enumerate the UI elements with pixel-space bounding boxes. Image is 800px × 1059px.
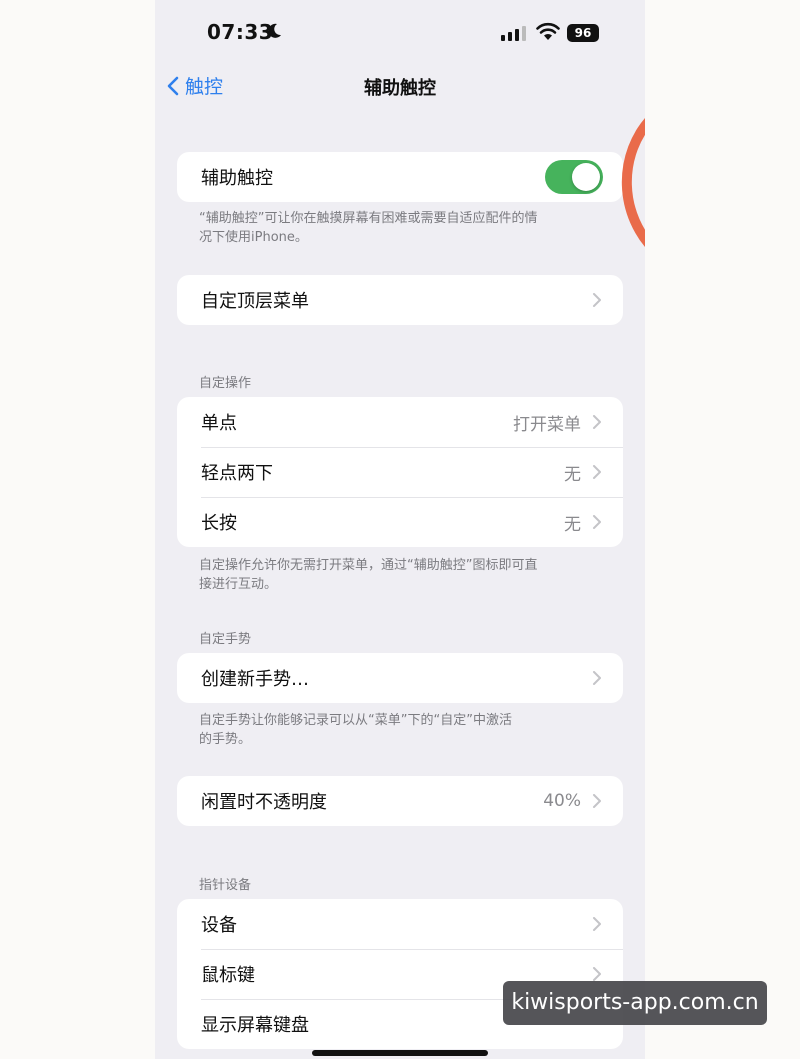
row-label: 长按 <box>201 513 237 534</box>
moon-icon <box>268 23 281 38</box>
home-indicator <box>312 1050 488 1056</box>
single-tap-row[interactable]: 单点 打开菜单 <box>177 397 623 447</box>
custom-gestures-group: 创建新手势… <box>177 653 623 703</box>
custom-actions-caption: 自定操作允许你无需打开菜单，通过“辅助触控”图标即可直 接进行互动。 <box>199 556 609 594</box>
customize-top-menu-row[interactable]: 自定顶层菜单 <box>177 275 623 325</box>
chevron-right-icon <box>593 671 601 685</box>
section-header-custom-actions: 自定操作 <box>199 376 252 391</box>
chevron-right-icon <box>593 465 601 479</box>
assistive-touch-row: 辅助触控 <box>177 152 623 202</box>
caption-line: “辅助触控”可让你在触摸屏幕有困难或需要自适应配件的情 <box>199 211 538 226</box>
watermark: kiwisports-app.com.cn <box>503 981 767 1025</box>
phone-screen: 07:33 96 触控 辅助触控 辅助触控 “辅助触控”可让你在触摸屏幕有困难或… <box>155 0 645 1059</box>
top-menu-group: 自定顶层菜单 <box>177 275 623 325</box>
cellular-signal-icon <box>501 26 526 41</box>
chevron-right-icon <box>593 293 601 307</box>
assistive-touch-toggle[interactable] <box>545 160 603 194</box>
chevron-right-icon <box>593 515 601 529</box>
section-header-custom-gestures: 自定手势 <box>199 632 252 647</box>
assistive-touch-group: 辅助触控 <box>177 152 623 202</box>
battery-indicator: 96 <box>567 24 599 42</box>
section-header-pointer-devices: 指针设备 <box>199 878 252 893</box>
assistive-touch-caption: “辅助触控”可让你在触摸屏幕有困难或需要自适应配件的情 况下使用iPhone。 <box>199 209 609 247</box>
row-value: 打开菜单 <box>513 414 581 435</box>
annotation-circle <box>621 118 645 247</box>
custom-actions-group: 单点 打开菜单 轻点两下 无 长按 无 <box>177 397 623 547</box>
customize-top-menu-label: 自定顶层菜单 <box>201 291 309 312</box>
row-label: 设备 <box>201 915 237 936</box>
long-press-row[interactable]: 长按 无 <box>177 497 623 547</box>
caption-line: 况下使用iPhone。 <box>199 230 308 245</box>
row-value: 无 <box>564 514 581 535</box>
chevron-right-icon <box>593 415 601 429</box>
caption-line: 自定操作允许你无需打开菜单，通过“辅助触控”图标即可直 <box>199 558 538 573</box>
row-value: 无 <box>564 464 581 485</box>
create-gesture-row[interactable]: 创建新手势… <box>177 653 623 703</box>
create-gesture-label: 创建新手势… <box>201 669 309 690</box>
caption-line: 的手势。 <box>199 732 252 747</box>
custom-gestures-caption: 自定手势让你能够记录可以从“菜单”下的“自定”中激活 的手势。 <box>199 711 609 749</box>
idle-opacity-row[interactable]: 闲置时不透明度 40% <box>177 776 623 826</box>
chevron-right-icon <box>593 967 601 981</box>
row-label: 轻点两下 <box>201 463 273 484</box>
row-label: 单点 <box>201 413 237 434</box>
double-tap-row[interactable]: 轻点两下 无 <box>177 447 623 497</box>
status-time: 07:33 <box>207 20 274 44</box>
pointer-devices-group: 设备 鼠标键 显示屏幕键盘 <box>177 899 623 1049</box>
wifi-icon <box>536 22 560 40</box>
page-title: 辅助触控 <box>364 78 436 99</box>
idle-opacity-value: 40% <box>543 791 581 811</box>
caption-line: 接进行互动。 <box>199 577 278 592</box>
idle-opacity-label: 闲置时不透明度 <box>201 792 327 813</box>
chevron-right-icon <box>593 794 601 808</box>
devices-row[interactable]: 设备 <box>177 899 623 949</box>
caption-line: 自定手势让你能够记录可以从“菜单”下的“自定”中激活 <box>199 713 512 728</box>
idle-opacity-group: 闲置时不透明度 40% <box>177 776 623 826</box>
assistive-touch-label: 辅助触控 <box>201 168 273 189</box>
chevron-right-icon <box>593 917 601 931</box>
